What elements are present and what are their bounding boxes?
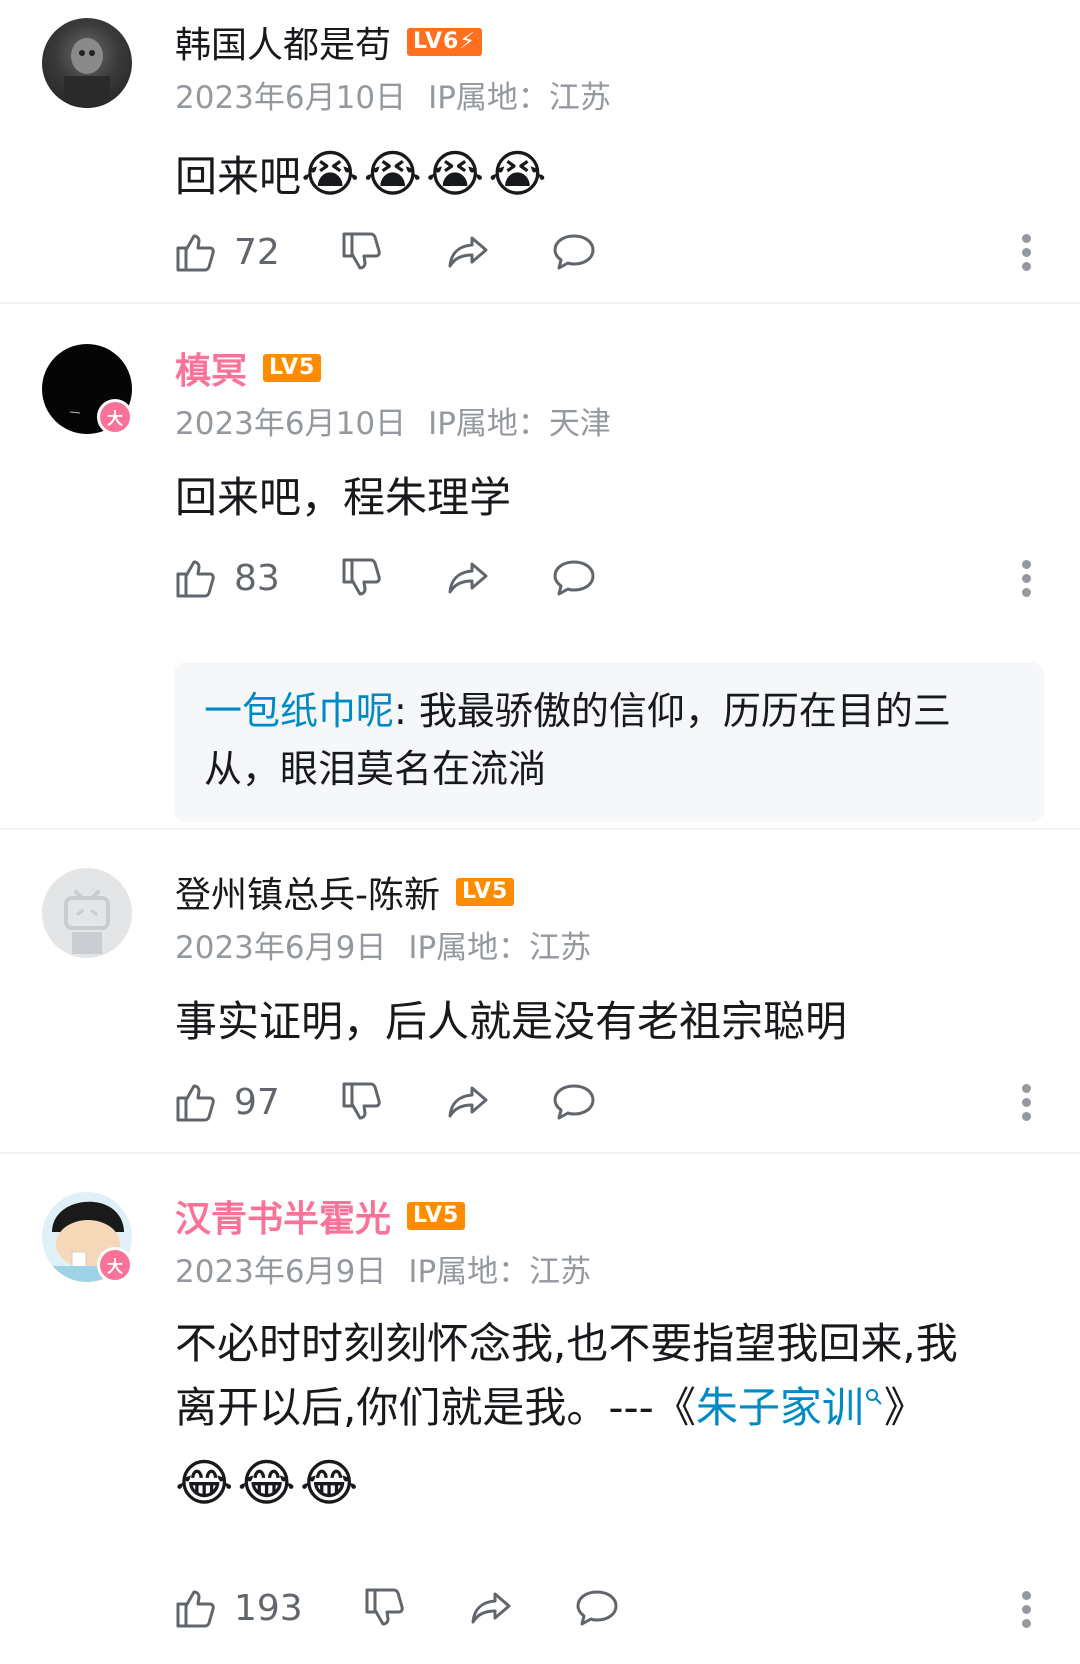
share-icon [471, 1592, 511, 1624]
comment-date: 2023年6月9日 [175, 1254, 387, 1290]
comment-actions: 193 [172, 1584, 679, 1632]
comment-text: 回来吧😭😭😭😭 [175, 142, 990, 209]
comment-meta: 2023年6月10日 IP属地：江苏 [175, 72, 611, 117]
laughing-emoji: 😂😂😂 [175, 1454, 363, 1512]
share-icon [448, 562, 488, 594]
username[interactable]: 汉青书半霍光 LV5 [175, 1190, 466, 1242]
comment-meta: 2023年6月10日 IP属地：天津 [175, 398, 611, 443]
username-text[interactable]: 登州镇总兵-陈新 [175, 866, 440, 918]
reply-separator: : [394, 689, 419, 733]
share-button[interactable] [444, 1078, 492, 1126]
comment-actions: 97 [172, 1078, 656, 1126]
comment-text: 回来吧，程朱理学 [175, 473, 512, 522]
comment-actions: 83 [172, 554, 656, 602]
more-icon[interactable] [1022, 555, 1032, 602]
reply-username[interactable]: 一包纸巾呢 [204, 689, 394, 733]
reply-icon [553, 560, 595, 596]
comment-date: 2023年6月10日 [175, 80, 407, 116]
ip-location: IP属地：江苏 [408, 930, 592, 966]
level-badge: LV6⚡ [407, 28, 482, 56]
username[interactable]: 槙冥 LV5 [175, 342, 322, 394]
vip-badge: 大 [97, 1247, 133, 1283]
share-button[interactable] [444, 228, 492, 276]
reply-button[interactable] [550, 1078, 598, 1126]
comment-date: 2023年6月10日 [175, 406, 407, 442]
search-link-text[interactable]: 朱子家训 [696, 1383, 864, 1432]
like-count: 83 [234, 557, 280, 599]
reply-icon [553, 234, 595, 270]
comment-item: 大 汉青书半霍光 LV5 2023年6月9日 IP属地：江苏 不必时时刻刻怀念我,… [0, 1154, 1080, 1664]
comment-item: 韩国人都是苟 LV6⚡ 2023年6月10日 IP属地：江苏 回来吧😭😭😭😭 72 [0, 0, 1080, 304]
comment-item: 登州镇总兵-陈新 LV5 2023年6月9日 IP属地：江苏 事实证明，后人就是没… [0, 830, 1080, 1154]
reply-icon [576, 1590, 618, 1626]
like-icon [176, 1084, 215, 1122]
comment-item: 大 槙冥 LV5 2023年6月10日 IP属地：天津 回来吧，程朱理学 83 一… [0, 304, 1080, 830]
dislike-button[interactable] [361, 1584, 409, 1632]
crying-emoji: 😭😭😭😭 [301, 145, 551, 203]
username-text[interactable]: 槙冥 [175, 342, 247, 394]
dislike-button[interactable] [338, 1078, 386, 1126]
like-count: 97 [234, 1081, 280, 1123]
dislike-icon [365, 1588, 404, 1626]
more-icon[interactable] [1022, 229, 1032, 276]
like-button[interactable]: 193 [172, 1584, 303, 1632]
username[interactable]: 登州镇总兵-陈新 LV5 [175, 866, 515, 918]
more-icon[interactable] [1022, 1586, 1032, 1633]
dislike-button[interactable] [338, 554, 386, 602]
comment-text: 事实证明，后人就是没有老祖宗聪明 [175, 997, 848, 1046]
like-count: 72 [234, 231, 280, 273]
dislike-icon [342, 232, 381, 270]
dislike-icon [342, 558, 381, 596]
comment-date: 2023年6月9日 [175, 930, 387, 966]
vip-badge: 大 [97, 399, 133, 435]
share-button[interactable] [467, 1584, 515, 1632]
comment-meta: 2023年6月9日 IP属地：江苏 [175, 1246, 591, 1291]
more-icon[interactable] [1022, 1079, 1032, 1126]
reply-button[interactable] [573, 1584, 621, 1632]
dislike-icon [342, 1082, 381, 1120]
avatar[interactable] [42, 868, 132, 958]
share-button[interactable] [444, 554, 492, 602]
reply-button[interactable] [550, 554, 598, 602]
like-button[interactable]: 97 [172, 1078, 280, 1126]
reply-button[interactable] [550, 228, 598, 276]
search-link[interactable]: 朱子家训 [696, 1383, 884, 1432]
search-icon [865, 1389, 882, 1405]
username[interactable]: 韩国人都是苟 LV6⚡ [175, 16, 482, 68]
username-text[interactable]: 韩国人都是苟 [175, 16, 391, 68]
like-icon [176, 234, 215, 272]
like-icon [176, 560, 215, 598]
like-button[interactable]: 83 [172, 554, 280, 602]
default-avatar-icon [64, 890, 110, 954]
level-badge: LV5 [456, 878, 515, 906]
dislike-button[interactable] [338, 228, 386, 276]
like-button[interactable]: 72 [172, 228, 280, 276]
level-badge: LV5 [407, 1202, 466, 1230]
ip-location: IP属地：江苏 [428, 80, 611, 116]
like-count: 193 [234, 1587, 303, 1629]
avatar[interactable] [42, 18, 132, 108]
comment-body: 回来吧 [175, 152, 302, 201]
ip-location: IP属地：天津 [428, 406, 611, 442]
username-text[interactable]: 汉青书半霍光 [175, 1190, 391, 1242]
ip-location: IP属地：江苏 [408, 1254, 592, 1290]
level-badge: LV5 [263, 354, 322, 382]
comment-actions: 72 [172, 228, 656, 276]
like-icon [176, 1590, 215, 1628]
sub-reply[interactable]: 一包纸巾呢: 我最骄傲的信仰，历历在目的三从，眼泪莫名在流淌 [174, 662, 1044, 822]
share-icon [448, 1086, 488, 1118]
avatar-image [64, 38, 110, 108]
share-icon [448, 236, 488, 268]
comment-meta: 2023年6月9日 IP属地：江苏 [175, 922, 591, 967]
reply-icon [553, 1084, 595, 1120]
comment-body-end: 》 [883, 1383, 926, 1432]
comment-text: 不必时时刻刻怀念我,也不要指望我回来,我离开以后,你们就是我。---《朱子家训》… [175, 1312, 990, 1518]
